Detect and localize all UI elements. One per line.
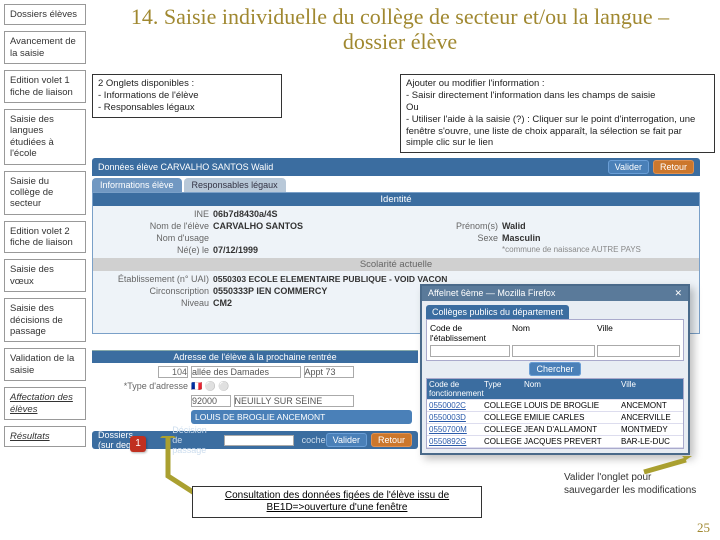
callout-info: Ajouter ou modifier l'information : - Sa… bbox=[400, 74, 715, 153]
decision-select[interactable] bbox=[224, 435, 294, 446]
valider-button[interactable]: Valider bbox=[608, 160, 649, 174]
birth-value: 07/12/1999 bbox=[213, 245, 404, 255]
popup-tab: Collèges publics du département bbox=[426, 305, 569, 319]
rue-field[interactable]: allée des Damades bbox=[191, 366, 301, 378]
col-code: Code de fonctionnement bbox=[429, 380, 484, 398]
nav-dossiers-eleves[interactable]: Dossiers élèves bbox=[4, 4, 86, 25]
sidebar: Dossiers élèves Avancement de la saisie … bbox=[4, 4, 86, 453]
nav-resultats[interactable]: Résultats bbox=[4, 426, 86, 447]
circ-label: Circonscription bbox=[99, 286, 209, 296]
app-title-bar: Données élève CARVALHO SANTOS Walid Vali… bbox=[92, 158, 700, 176]
popup-window-title: Affelnet 6ème — Mozilla Firefox bbox=[428, 288, 555, 299]
cp-field[interactable]: 92000 bbox=[191, 395, 231, 407]
popup-colleges: Affelnet 6ème — Mozilla Firefox ✕ Collèg… bbox=[420, 284, 690, 455]
table-row[interactable]: 0550002C COLLEGE LOUIS DE BROGLIE ANCEMO… bbox=[427, 400, 683, 412]
nom-value: CARVALHO SANTOS bbox=[213, 221, 404, 231]
close-icon[interactable]: ✕ bbox=[674, 288, 682, 299]
nav-validation[interactable]: Validation de la saisie bbox=[4, 348, 86, 381]
bullet-1: 1 bbox=[130, 436, 146, 452]
callout-tabs: 2 Onglets disponibles : - Informations d… bbox=[92, 74, 282, 118]
consultation-callout: Consultation des données figées de l'élè… bbox=[192, 486, 482, 518]
slide-number: 25 bbox=[697, 520, 710, 536]
prenom-label: Prénom(s) bbox=[408, 221, 498, 231]
college-sel: LOUIS DE BROGLIE ANCEMONT bbox=[195, 412, 325, 422]
retour2-button[interactable]: Retour bbox=[371, 433, 412, 447]
validate-callout: Valider l'onglet pour sauvegarder les mo… bbox=[564, 472, 704, 497]
type-adr-label: *Type d'adresse bbox=[98, 381, 188, 392]
ville-input[interactable] bbox=[597, 345, 680, 357]
prenom-value: Walid bbox=[502, 221, 693, 231]
nav-avancement[interactable]: Avancement de la saisie bbox=[4, 31, 86, 64]
table-row[interactable]: 0550892G COLLEGE JACQUES PREVERT BAR-LE-… bbox=[427, 436, 683, 448]
code-label: Code de l'établissement bbox=[430, 323, 510, 343]
ine-value: 06b7d8430a/4S bbox=[213, 209, 404, 219]
table-row[interactable]: 0550003D COLLEGE EMILIE CARLES ANCERVILL… bbox=[427, 412, 683, 424]
col-nom: Nom bbox=[524, 380, 621, 398]
nav-edition-volet2[interactable]: Edition volet 2 fiche de liaison bbox=[4, 221, 86, 254]
n-adresses[interactable]: 104 bbox=[158, 366, 188, 378]
retour-button[interactable]: Retour bbox=[653, 160, 694, 174]
n-adresses-label: 104 bbox=[98, 366, 188, 378]
section-scolarite: Scolarité actuelle bbox=[93, 258, 699, 271]
app-title: Données élève CARVALHO SANTOS Walid bbox=[98, 162, 273, 172]
niveau-label: Niveau bbox=[99, 298, 209, 313]
birth-loc: *commune de naissance AUTRE PAYS bbox=[502, 245, 693, 255]
sexe-value: Masculin bbox=[502, 233, 693, 243]
popup-search-form: Code de l'établissement Nom Ville bbox=[426, 319, 684, 361]
nav-saisie-voeux[interactable]: Saisie des vœux bbox=[4, 259, 86, 292]
nav-saisie-college[interactable]: Saisie du collège de secteur bbox=[4, 171, 86, 215]
callout-info-ou: Ou bbox=[406, 102, 709, 114]
nav-saisie-decisions[interactable]: Saisie des décisions de passage bbox=[4, 298, 86, 342]
section-identite: Identité bbox=[93, 193, 699, 206]
callout-tabs-line2: - Responsables légaux bbox=[98, 102, 276, 114]
tab-infos-eleve[interactable]: Informations élève bbox=[92, 178, 182, 192]
birth-label: Né(e) le bbox=[99, 245, 209, 255]
nom-input[interactable] bbox=[512, 345, 595, 357]
callout-info-line1: - Saisir directement l'information dans … bbox=[406, 90, 709, 102]
callout-info-title: Ajouter ou modifier l'information : bbox=[406, 78, 709, 90]
appt-field[interactable]: Appt 73 bbox=[304, 366, 354, 378]
callout-tabs-title: 2 Onglets disponibles : bbox=[98, 78, 276, 90]
popup-title-bar: Affelnet 6ème — Mozilla Firefox ✕ bbox=[422, 286, 688, 301]
nom-label: Nom de l'élève bbox=[99, 221, 209, 231]
etab-value: 0550303 ECOLE ELEMENTAIRE PUBLIQUE - VOI… bbox=[213, 274, 693, 284]
callout-info-line2: - Utiliser l'aide à la saisie (?) : Cliq… bbox=[406, 114, 709, 150]
type-adr-flags[interactable]: 🇫🇷 ⚪ ⚪ bbox=[191, 381, 412, 392]
slide-title: 14. Saisie individuelle du collège de se… bbox=[120, 4, 680, 55]
ine-label: INE bbox=[99, 209, 209, 219]
nav-edition-volet1[interactable]: Edition volet 1 fiche de liaison bbox=[4, 70, 86, 103]
chercher-button[interactable]: Chercher bbox=[529, 362, 580, 376]
tab-responsables[interactable]: Responsables légaux bbox=[184, 178, 286, 192]
nav-saisie-langues[interactable]: Saisie des langues étudiées à l'école bbox=[4, 109, 86, 165]
coche-label: coche bbox=[302, 435, 326, 445]
niveau-value: CM2 bbox=[213, 298, 404, 313]
ville-label-p: Ville bbox=[597, 323, 680, 343]
nav-affectation[interactable]: Affectation des élèves bbox=[4, 387, 86, 420]
callout-tabs-line1: - Informations de l'élève bbox=[98, 90, 276, 102]
col-type: Type bbox=[484, 380, 524, 398]
popup-table: Code de fonctionnement Type Nom Ville 05… bbox=[426, 378, 684, 449]
etab-label: Établissement (n° UAI) bbox=[99, 274, 209, 284]
ville-field[interactable]: NEUILLY SUR SEINE bbox=[234, 395, 354, 407]
col-ville: Ville bbox=[621, 380, 681, 398]
tabs: Informations élève Responsables légaux bbox=[92, 178, 700, 192]
usage-label: Nom d'usage bbox=[99, 233, 209, 243]
code-input[interactable] bbox=[430, 345, 510, 357]
sexe-label: Sexe bbox=[408, 233, 498, 243]
nom-label-p: Nom bbox=[512, 323, 595, 343]
valider2-button[interactable]: Valider bbox=[326, 433, 367, 447]
section-adresse: Adresse de l'élève à la prochaine rentré… bbox=[92, 351, 418, 363]
table-row[interactable]: 0550700M COLLEGE JEAN D'ALLAMONT MONTMED… bbox=[427, 424, 683, 436]
